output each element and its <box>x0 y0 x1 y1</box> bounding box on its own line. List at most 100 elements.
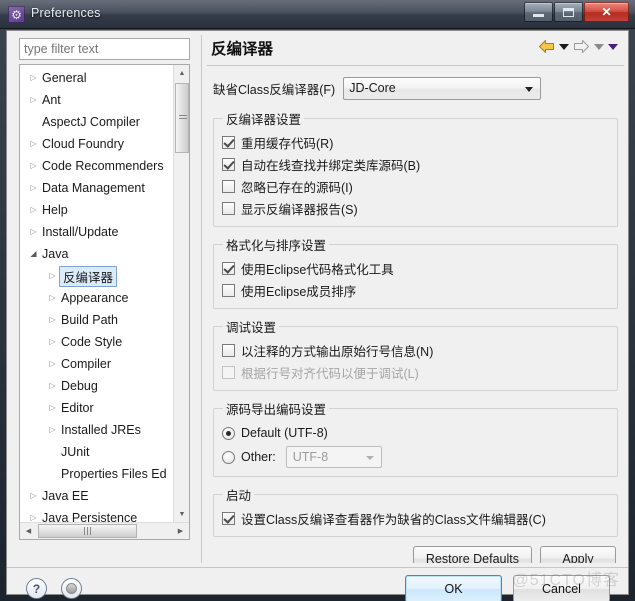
sidebar-item[interactable]: ▷ Code Recommenders <box>20 155 174 177</box>
help-icon[interactable]: ? <box>26 578 47 599</box>
sidebar-item[interactable]: ▷ Compiler <box>20 353 174 375</box>
chevron-right-icon[interactable]: ▷ <box>27 74 40 82</box>
maximize-icon <box>563 7 574 17</box>
scroll-right-icon[interactable]: ▶ <box>172 523 189 539</box>
back-arrow-icon[interactable] <box>538 39 555 54</box>
checkbox-icon[interactable] <box>222 283 235 297</box>
sidebar-item[interactable]: ▷ Help <box>20 199 174 221</box>
sidebar-item[interactable]: Properties Files Ed <box>20 463 174 485</box>
sidebar-item-label: Debug <box>61 379 98 393</box>
forward-dropdown-icon <box>594 43 604 50</box>
apply-preferences-icon[interactable] <box>61 578 82 599</box>
chevron-right-icon[interactable]: ▷ <box>46 338 59 346</box>
scroll-left-icon[interactable]: ◀ <box>20 523 37 539</box>
scroll-down-icon[interactable]: ▼ <box>174 506 189 523</box>
sidebar-item[interactable]: ▷ 反编译器 <box>20 265 174 287</box>
default-decompiler-label: 缺省Class反编译器(F) <box>213 82 336 97</box>
chevron-right-icon[interactable]: ▷ <box>46 294 59 302</box>
checkbox-icon[interactable] <box>222 201 235 215</box>
restore-defaults-button[interactable]: Restore Defaults <box>412 546 532 563</box>
checkbox-row[interactable]: 显示反编译器报告(S) <box>222 197 609 219</box>
sphere-icon <box>66 583 77 594</box>
checkbox-row[interactable]: 自动在线查找并绑定类库源码(B) <box>222 153 609 175</box>
chevron-right-icon[interactable]: ▷ <box>46 426 59 434</box>
panel-splitter[interactable] <box>201 35 205 563</box>
checkbox-label: 使用Eclipse成员排序 <box>241 284 357 299</box>
chevron-right-icon[interactable]: ▷ <box>27 514 40 522</box>
title-bar[interactable]: ⚙ Preferences ✕ <box>0 0 635 29</box>
sidebar-item[interactable]: JUnit <box>20 441 174 463</box>
chevron-right-icon[interactable]: ▷ <box>46 404 59 412</box>
chevron-right-icon[interactable]: ▷ <box>46 272 59 280</box>
checkbox-icon[interactable] <box>222 157 235 171</box>
radio-row[interactable]: Other: UTF-8 <box>222 445 609 469</box>
checkbox-icon[interactable] <box>222 511 235 525</box>
vertical-scroll-thumb[interactable] <box>175 83 189 153</box>
default-decompiler-select[interactable]: JD-Core <box>343 76 542 100</box>
dialog-footer: ? OK Cancel @51CTO博客 <box>7 568 628 601</box>
checkbox-row[interactable]: 使用Eclipse成员排序 <box>222 279 609 301</box>
sidebar-item[interactable]: ▷ Editor <box>20 397 174 419</box>
ok-button[interactable]: OK <box>405 575 502 601</box>
checkbox-row[interactable]: 设置Class反编译查看器作为缺省的Class文件编辑器(C) <box>222 507 609 529</box>
sidebar-item[interactable]: ▷ Debug <box>20 375 174 397</box>
sidebar-item[interactable]: ▷ Build Path <box>20 309 174 331</box>
view-menu-icon[interactable] <box>608 43 618 50</box>
sidebar-item[interactable]: ◢ Java <box>20 243 174 265</box>
radio-row[interactable]: Default (UTF-8) <box>222 421 609 445</box>
page-action-buttons: Restore Defaults Apply <box>213 546 618 563</box>
chevron-down-icon[interactable]: ◢ <box>27 250 40 258</box>
default-decompiler-row: 缺省Class反编译器(F) JD-Core <box>213 76 618 100</box>
horizontal-scroll-thumb[interactable] <box>38 524 137 538</box>
sidebar-item-label: Data Management <box>42 181 145 195</box>
chevron-right-icon[interactable]: ▷ <box>27 206 40 214</box>
checkbox-icon[interactable] <box>222 135 235 149</box>
checkbox-row[interactable]: 以注释的方式输出原始行号信息(N) <box>222 339 609 361</box>
sidebar-item[interactable]: ▷ Java EE <box>20 485 174 507</box>
chevron-right-icon[interactable]: ▷ <box>27 140 40 148</box>
encoding-select: UTF-8 <box>285 446 382 468</box>
sidebar-item[interactable]: ▷ Cloud Foundry <box>20 133 174 155</box>
tree-vertical-scrollbar[interactable]: ▲ ▼ <box>173 65 189 523</box>
radio-icon[interactable] <box>222 426 235 440</box>
sidebar-item[interactable]: ▷ Data Management <box>20 177 174 199</box>
checkbox-icon[interactable] <box>222 261 235 275</box>
radio-icon[interactable] <box>222 450 235 464</box>
sidebar-item[interactable]: ▷ General <box>20 67 174 89</box>
tree-horizontal-scrollbar[interactable]: ◀ ▶ <box>20 522 189 539</box>
sidebar-item[interactable]: ▷ Install/Update <box>20 221 174 243</box>
sidebar-item-label: Ant <box>42 93 61 107</box>
close-button[interactable]: ✕ <box>584 2 629 22</box>
sidebar-item[interactable]: ▷ Java Persistence <box>20 507 174 523</box>
chevron-right-icon[interactable]: ▷ <box>27 162 40 170</box>
sidebar-item-label: Help <box>42 203 68 217</box>
apply-button[interactable]: Apply <box>540 546 616 563</box>
checkbox-label: 自动在线查找并绑定类库源码(B) <box>241 158 421 173</box>
sidebar-item[interactable]: ▷ Installed JREs <box>20 419 174 441</box>
maximize-button[interactable] <box>554 2 583 22</box>
cancel-button[interactable]: Cancel <box>513 575 610 601</box>
checkbox-row[interactable]: 使用Eclipse代码格式化工具 <box>222 257 609 279</box>
chevron-right-icon[interactable]: ▷ <box>46 316 59 324</box>
chevron-right-icon[interactable]: ▷ <box>46 382 59 390</box>
minimize-button[interactable] <box>524 2 553 22</box>
sidebar-item[interactable]: ▷ Code Style <box>20 331 174 353</box>
group-legend: 源码导出编码设置 <box>226 403 327 417</box>
preferences-page: 反编译器 缺省Class反编译器(F) JD-Core 反编译器设置 重用缓存代… <box>207 35 624 563</box>
checkbox-icon[interactable] <box>222 179 235 193</box>
sidebar-item[interactable]: ▷ Ant <box>20 89 174 111</box>
checkbox-row[interactable]: 重用缓存代码(R) <box>222 131 609 153</box>
chevron-right-icon[interactable]: ▷ <box>46 360 59 368</box>
chevron-right-icon[interactable]: ▷ <box>27 228 40 236</box>
checkbox-icon[interactable] <box>222 343 235 357</box>
chevron-right-icon[interactable]: ▷ <box>27 184 40 192</box>
back-dropdown-icon[interactable] <box>559 43 569 50</box>
sidebar-item[interactable]: ▷ Appearance <box>20 287 174 309</box>
search-input[interactable] <box>19 38 190 60</box>
checkbox-row[interactable]: 忽略已存在的源码(I) <box>222 175 609 197</box>
chevron-right-icon[interactable]: ▷ <box>27 96 40 104</box>
checkbox-row: 根据行号对齐代码以便于调试(L) <box>222 361 609 383</box>
chevron-right-icon[interactable]: ▷ <box>27 492 40 500</box>
sidebar-item[interactable]: AspectJ Compiler <box>20 111 174 133</box>
scroll-up-icon[interactable]: ▲ <box>174 65 189 82</box>
